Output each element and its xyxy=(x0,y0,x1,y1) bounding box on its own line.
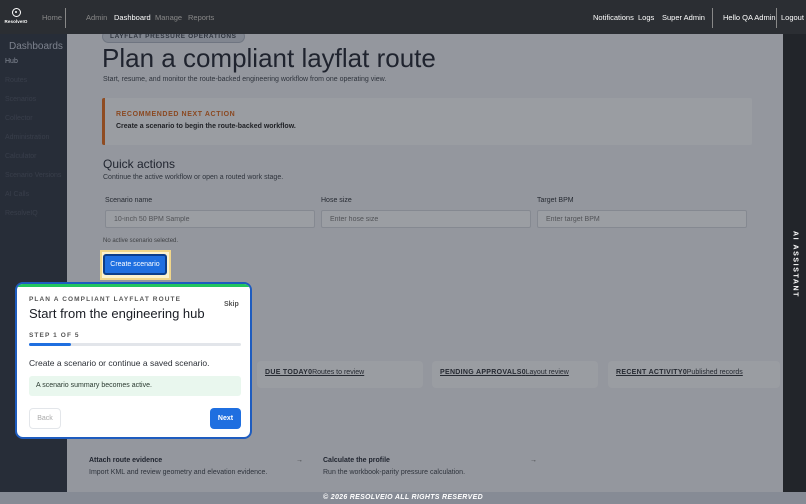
tour-note: A scenario summary becomes active. xyxy=(29,376,241,396)
logo-icon xyxy=(11,8,21,17)
create-scenario-button[interactable]: Create scenario xyxy=(103,254,167,275)
nav-super-admin-link[interactable]: Super Admin xyxy=(662,13,705,22)
nav-dashboard-link[interactable]: Dashboard xyxy=(114,13,151,22)
tour-progress-fill xyxy=(29,343,72,346)
nav-divider-logout xyxy=(776,8,777,28)
ai-assistant-label: AI ASSISTANT xyxy=(791,230,799,299)
tour-popover: PLAN A COMPLIANT LAYFLAT ROUTE Skip Star… xyxy=(15,282,252,439)
tour-progress-bar xyxy=(29,343,241,346)
nav-home-link[interactable]: Home xyxy=(42,13,62,22)
tour-skip-button[interactable]: Skip xyxy=(224,301,239,308)
tour-next-button[interactable]: Next xyxy=(210,408,241,429)
ai-assistant-rail[interactable]: AI ASSISTANT xyxy=(783,34,806,504)
user-greeting[interactable]: Hello QA Admin! xyxy=(723,13,778,22)
tour-accent-strip xyxy=(17,284,250,287)
logo-text: ResolveIO xyxy=(4,19,28,24)
ai-assistant-toggle[interactable]: AI ASSISTANT xyxy=(789,230,801,302)
top-navbar: ResolveIO Home Admin Dashboard Manage Re… xyxy=(0,0,806,34)
tour-eyebrow: PLAN A COMPLIANT LAYFLAT ROUTE xyxy=(29,296,182,303)
logout-link[interactable]: Logout xyxy=(781,13,804,22)
nav-manage-link[interactable]: Manage xyxy=(155,13,182,22)
nav-divider-right xyxy=(712,8,713,28)
tour-title: Start from the engineering hub xyxy=(29,306,205,321)
tour-back-button[interactable]: Back xyxy=(29,408,61,429)
tour-body-text: Create a scenario or continue a saved sc… xyxy=(29,358,210,368)
tour-step-label: STEP 1 OF 5 xyxy=(29,332,80,339)
footer: © 2026 RESOLVEIO ALL RIGHTS RESERVED xyxy=(0,492,806,504)
nav-divider xyxy=(65,8,66,28)
nav-notifications-link[interactable]: Notifications xyxy=(593,13,634,22)
logo[interactable]: ResolveIO xyxy=(4,8,28,28)
nav-logs-link[interactable]: Logs xyxy=(638,13,654,22)
nav-reports-link[interactable]: Reports xyxy=(188,13,214,22)
nav-admin-link[interactable]: Admin xyxy=(86,13,107,22)
